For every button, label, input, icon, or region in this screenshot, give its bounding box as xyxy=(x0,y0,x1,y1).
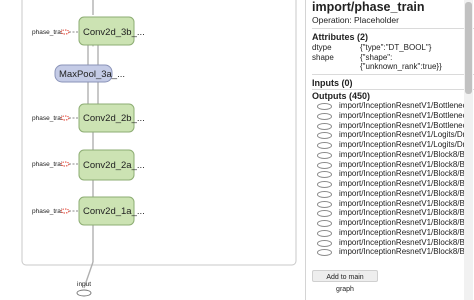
output-node-icon xyxy=(317,249,332,257)
output-list-item[interactable]: import/InceptionResnetV1/Block8/Bra xyxy=(312,199,474,209)
output-list-item[interactable]: import/InceptionResnetV1/Block8/Bra xyxy=(312,208,474,218)
phase-train-dot xyxy=(60,29,70,35)
scope-container xyxy=(21,0,297,266)
output-list-item[interactable]: import/InceptionResnetV1/Logits/Dro xyxy=(312,140,474,150)
output-node-icon xyxy=(317,229,332,237)
output-node-icon xyxy=(317,132,332,140)
outputs-list[interactable]: import/InceptionResnetV1/Bottleneck impor… xyxy=(312,101,474,257)
output-name[interactable]: import/InceptionResnetV1/Block8/Bra xyxy=(339,189,472,198)
output-node-icon xyxy=(317,161,332,169)
node-conv2d-1a-label: Conv2d_1a_... xyxy=(83,206,145,217)
attribute-row-shape: shape {"shape": {"unknown_rank":true}} xyxy=(312,53,442,71)
node-conv2d-3b-label: Conv2d_3b_... xyxy=(83,27,145,38)
node-maxpool-3a-label: MaxPool_3a_... xyxy=(59,69,125,80)
operation-label: Operation: Placeholder xyxy=(312,15,399,25)
output-name[interactable]: import/InceptionResnetV1/Block8/Bra xyxy=(339,179,472,188)
output-node-icon xyxy=(317,210,332,218)
output-list-item[interactable]: import/InceptionResnetV1/Bottleneck xyxy=(312,121,474,131)
node-info-panel: import/phase_train Operation: Placeholde… xyxy=(305,0,474,300)
outputs-heading: Outputs (450) xyxy=(312,91,371,101)
output-list-item[interactable]: import/InceptionResnetV1/Bottleneck xyxy=(312,111,474,121)
output-list-item[interactable]: import/InceptionResnetV1/Block8/Bra xyxy=(312,218,474,228)
node-title: import/phase_train xyxy=(312,0,425,14)
output-node-icon xyxy=(317,200,332,208)
output-name[interactable]: import/InceptionResnetV1/Bottleneck xyxy=(339,121,471,130)
output-list-item[interactable]: import/InceptionResnetV1/Block8/Bra xyxy=(312,179,474,189)
output-node-icon xyxy=(317,142,332,149)
output-list-item[interactable]: import/InceptionResnetV1/Block8/Bra xyxy=(312,247,474,257)
output-name[interactable]: import/InceptionResnetV1/Bottleneck xyxy=(339,101,471,110)
output-list-item[interactable]: import/InceptionResnetV1/Block8/Bra xyxy=(312,150,474,160)
phase-train-marker[interactable]: phase_train xyxy=(32,161,70,168)
output-node-icon xyxy=(317,181,332,188)
attribute-value: {"shape": xyxy=(360,53,393,62)
input-label: input xyxy=(77,281,91,288)
output-name[interactable]: import/InceptionResnetV1/Block8/Bra xyxy=(339,150,472,159)
output-name[interactable]: import/InceptionResnetV1/Block8/Bra xyxy=(339,218,472,227)
add-to-main-graph-button[interactable]: Add to main graph xyxy=(312,270,378,293)
output-node-icon xyxy=(317,190,332,198)
output-node-icon xyxy=(317,151,332,159)
output-list-item[interactable]: import/InceptionResnetV1/Block8/Bra xyxy=(312,189,474,199)
phase-train-marker[interactable]: phase_train xyxy=(32,29,70,36)
output-name[interactable]: import/InceptionResnetV1/Logits/Dro xyxy=(339,130,470,139)
phase-train-dot xyxy=(60,208,70,214)
attributes-heading: Attributes (2) xyxy=(312,32,368,42)
attribute-key: shape xyxy=(312,53,334,62)
attribute-key: dtype xyxy=(312,43,332,52)
output-list-item[interactable]: import/InceptionResnetV1/Logits/Dro xyxy=(312,130,474,140)
attribute-value-continued: {"unknown_rank":true}} xyxy=(360,62,442,71)
output-name[interactable]: import/InceptionResnetV1/Bottleneck xyxy=(339,111,471,120)
output-name[interactable]: import/InceptionResnetV1/Block8/Bra xyxy=(339,228,472,237)
node-conv2d-2a-label: Conv2d_2a_... xyxy=(83,160,145,171)
divider xyxy=(312,89,474,90)
phase-train-dot xyxy=(60,161,70,167)
input-ellipse xyxy=(76,289,92,297)
output-node-icon xyxy=(317,239,332,247)
output-list-item[interactable]: import/InceptionResnetV1/Block8/Bra xyxy=(312,228,474,238)
output-node-icon xyxy=(317,103,332,110)
output-name[interactable]: import/InceptionResnetV1/Logits/Dro xyxy=(339,140,470,149)
phase-train-marker[interactable]: phase_train xyxy=(32,115,70,122)
input-node[interactable]: input xyxy=(76,281,92,297)
output-list-item[interactable]: import/InceptionResnetV1/Block8/Bra xyxy=(312,238,474,248)
output-name[interactable]: import/InceptionResnetV1/Block8/Bra xyxy=(339,160,472,169)
output-name[interactable]: import/InceptionResnetV1/Block8/Bra xyxy=(339,208,472,217)
output-node-icon xyxy=(317,112,332,120)
output-name[interactable]: import/InceptionResnetV1/Block8/Bra xyxy=(339,169,472,178)
output-list-item[interactable]: import/InceptionResnetV1/Block8/Bra xyxy=(312,169,474,179)
output-node-icon xyxy=(317,171,332,179)
divider xyxy=(312,74,474,75)
divider xyxy=(312,28,474,29)
output-list-item[interactable]: import/InceptionResnetV1/Bottleneck xyxy=(312,101,474,111)
graph-canvas[interactable]: Conv2d_3b_... MaxPool_3a_... Conv2d_2b_.… xyxy=(0,0,300,300)
node-conv2d-2b-label: Conv2d_2b_... xyxy=(83,113,145,124)
output-name[interactable]: import/InceptionResnetV1/Block8/Bra xyxy=(339,238,472,247)
output-node-icon xyxy=(317,122,332,130)
output-list-item[interactable]: import/InceptionResnetV1/Block8/Bra xyxy=(312,160,474,170)
panel-scrollbar-thumb[interactable] xyxy=(465,2,472,94)
inputs-heading: Inputs (0) xyxy=(312,78,353,88)
phase-train-dot xyxy=(60,115,70,121)
attribute-row-dtype: dtype {"type":"DT_BOOL"} xyxy=(312,43,431,52)
phase-train-marker[interactable]: phase_train xyxy=(32,208,70,215)
output-name[interactable]: import/InceptionResnetV1/Block8/Bra xyxy=(339,247,472,256)
output-name[interactable]: import/InceptionResnetV1/Block8/Bra xyxy=(339,199,472,208)
output-node-icon xyxy=(317,220,332,227)
attribute-value: {"type":"DT_BOOL"} xyxy=(360,43,432,52)
